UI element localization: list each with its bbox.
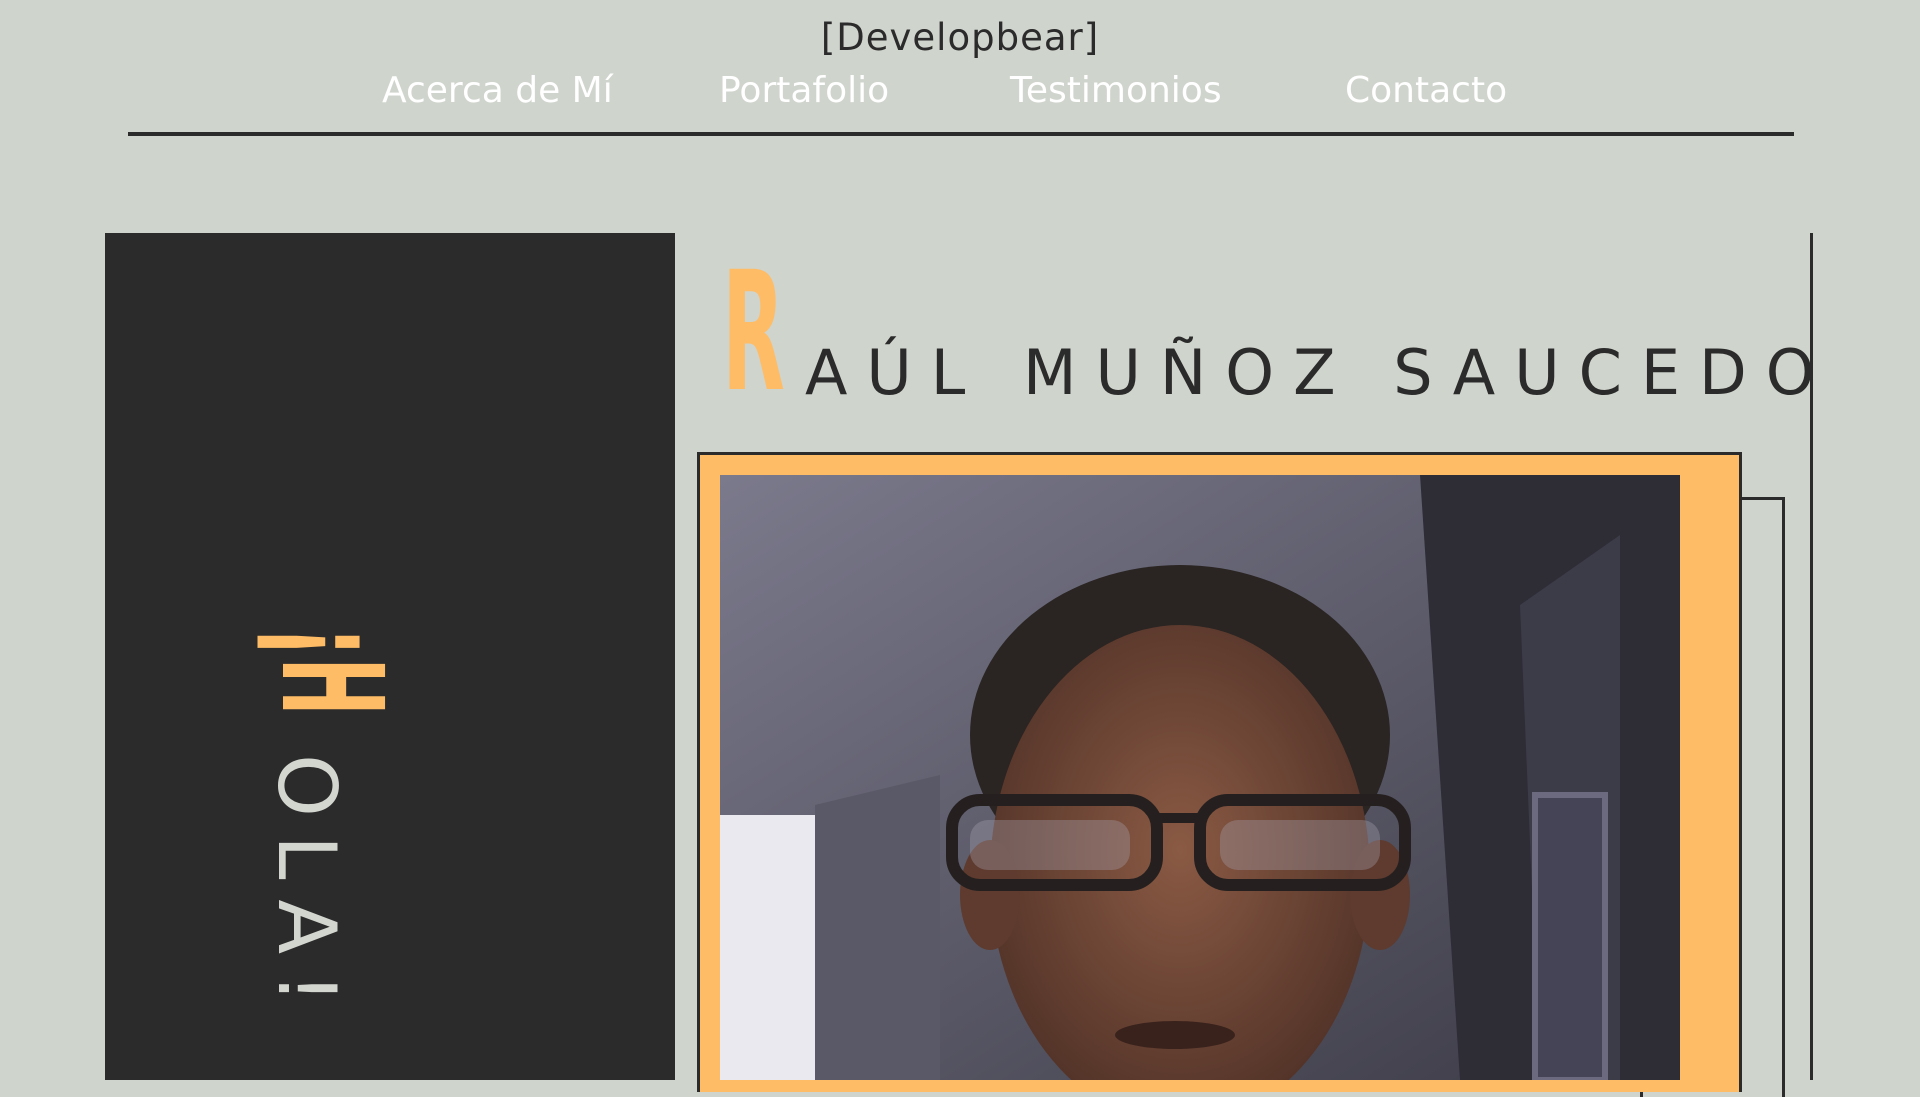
nav-item-portfolio[interactable]: Portafolio	[719, 70, 889, 111]
greeting-rest: OLA!	[260, 754, 353, 1023]
nav-divider	[128, 132, 1794, 136]
greeting-initial: ¡H	[249, 626, 412, 716]
nav-item-testimonials[interactable]: Testimonios	[1010, 70, 1222, 111]
brand-logo[interactable]: [Developbear]	[0, 16, 1920, 59]
profile-name: R AÚL MUÑOZ SAUCEDO	[722, 236, 1834, 428]
name-initial: R	[722, 236, 785, 428]
profile-photo	[720, 475, 1680, 1080]
main-nav: Acerca de Mí Portafolio Testimonios Cont…	[0, 70, 1920, 120]
greeting-vertical: ¡H OLA!	[249, 626, 412, 1023]
name-rest: AÚL MUÑOZ SAUCEDO	[805, 336, 1834, 410]
nav-item-contact[interactable]: Contacto	[1345, 70, 1507, 111]
nav-item-about[interactable]: Acerca de Mí	[382, 70, 613, 111]
